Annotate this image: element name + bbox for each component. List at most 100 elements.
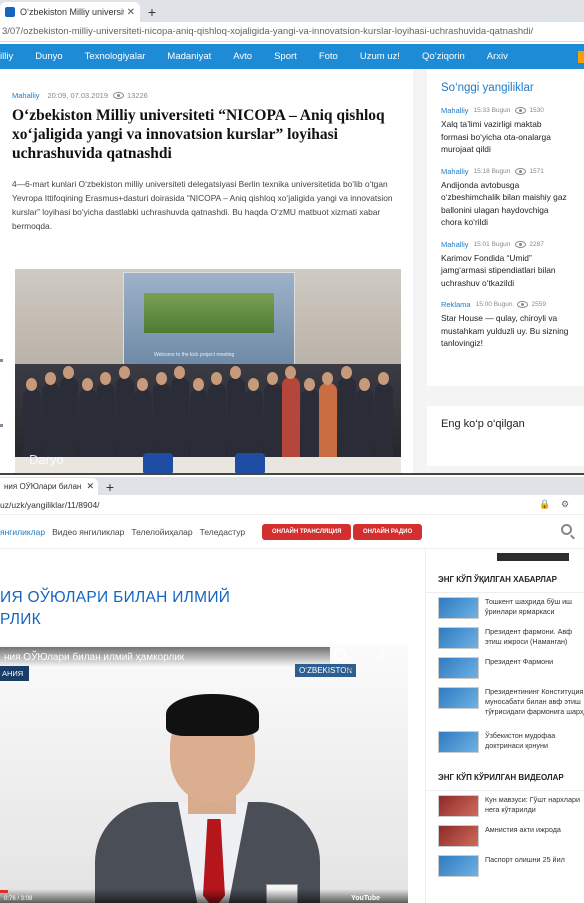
nav-item-mahalliy[interactable]: illiy — [0, 51, 13, 62]
news-item[interactable]: Mahalliy 15:01 Bugun 2287 Karimov Fondida … — [441, 240, 570, 290]
nav-item-tv-schedule[interactable]: Теледастур — [200, 527, 245, 537]
video-player[interactable]: ния ОЎЮлари билан илмий ҳамкорлик АНИЯ ↗… — [0, 644, 408, 903]
news-views: 2559 — [531, 301, 546, 308]
article-category[interactable]: Mahalliy — [12, 91, 40, 100]
video-progress[interactable] — [0, 890, 8, 893]
news-thumbnail[interactable] — [438, 657, 479, 679]
list-item[interactable]: Тошкент шаҳрида бўш иш ўринлари ярмаркас… — [426, 593, 584, 623]
list-item[interactable]: Кун мавзуси: Гўшт нархлари нега кўтарилд… — [426, 791, 584, 821]
page-content: ИЯ ОЎЮЛАРИ БИЛАН ИЛМИЙ РЛИК ния ОЎЮлари … — [0, 549, 584, 903]
nav-item-uzum[interactable]: Uzum uz! — [360, 51, 400, 62]
nav-item-foto[interactable]: Foto — [319, 51, 338, 62]
nav-item-sport[interactable]: Sport — [274, 51, 297, 62]
nav-item-news[interactable]: янгиликлар — [0, 527, 45, 537]
list-item[interactable]: Президент фармони. Авф этиш ижроси (Нама… — [426, 623, 584, 653]
video-title[interactable]: ния ОЎЮлари билан илмий ҳамкорлик — [0, 647, 330, 667]
watch-later-icon[interactable] — [334, 648, 346, 660]
list-item[interactable]: Ўзбекистон мудофаа доктринаси қонуни — [426, 727, 584, 757]
news-views: 1571 — [529, 167, 544, 175]
views-eye-icon — [515, 107, 527, 114]
photo-projector-screen: Welcome to the kick project meeting — [123, 272, 295, 367]
extension-icon[interactable]: ⚙ — [561, 499, 569, 510]
new-tab-icon[interactable]: + — [140, 2, 164, 22]
nav-item-tv-projects[interactable]: Телелойиҳалар — [131, 527, 192, 537]
nav-item-dunyo[interactable]: Dunyo — [35, 51, 62, 62]
list-item-text[interactable]: Президент Фармони — [485, 657, 553, 667]
photo-person — [152, 383, 171, 459]
live-stream-button[interactable]: ОНЛАЙН ТРАНСЛЯЦИЯ — [262, 524, 352, 540]
views-eye-icon — [113, 92, 124, 99]
tab-title: ния ОЎЮлари билан илм — [4, 482, 83, 491]
list-item-text[interactable]: Амнистия акти ижрода — [485, 825, 561, 835]
nav-item-texnologiyalar[interactable]: Texnologiyalar — [85, 51, 146, 62]
video-thumbnail[interactable] — [438, 855, 479, 877]
news-category[interactable]: Mahalliy — [441, 167, 469, 176]
edge-marker — [0, 359, 3, 362]
list-item[interactable]: Президентининг Конституция муносабати би… — [426, 683, 584, 727]
news-thumbnail[interactable] — [438, 627, 479, 649]
article-meta: Mahalliy 20:09, 07.03.2019 13226 — [12, 91, 413, 100]
nav-item-madaniyat[interactable]: Madaniyat — [167, 51, 211, 62]
search-icon[interactable] — [561, 524, 572, 535]
article-photo[interactable]: Welcome to the kick project meeting Dary… — [15, 269, 401, 473]
list-item-text[interactable]: Ўзбекистон мудофаа доктринаси қонуни — [485, 731, 584, 751]
most-read-title: Eng ko‘p o‘qilgan — [441, 418, 525, 430]
list-item-text[interactable]: Паспорт олишни 25 йил — [485, 855, 565, 865]
share-icon[interactable]: ↗ — [377, 647, 387, 661]
photo-person — [23, 389, 41, 459]
list-item-text[interactable]: Президент фармони. Авф этиш ижроси (Нама… — [485, 627, 584, 647]
video-time: 0:76 / 3:08 — [4, 896, 33, 902]
photo-person — [189, 389, 208, 459]
news-item[interactable]: Mahalliy 15:18 Bugun 1571 Andijonda avtobu… — [441, 167, 570, 229]
photo-person-head — [248, 378, 259, 391]
online-radio-button[interactable]: ОНЛАЙН РАДИО — [353, 524, 423, 540]
youtube-logo[interactable]: YouTube — [351, 895, 380, 902]
news-category[interactable]: Mahalliy — [441, 240, 469, 249]
news-item[interactable]: Reklama 15:00 Bugun 2559 Star House — qula… — [441, 300, 570, 350]
video-lower-label: АНИЯ — [0, 666, 30, 681]
new-tab-icon[interactable]: + — [98, 478, 122, 495]
nav-item-avto[interactable]: Avto — [233, 51, 252, 62]
close-tab-icon[interactable]: ✕ — [86, 481, 94, 492]
photo-person-head — [137, 378, 148, 391]
news-thumbnail[interactable] — [438, 687, 479, 709]
list-item[interactable]: Амнистия акти ижрода — [426, 821, 584, 851]
nav-item-video-news[interactable]: Видео янгиликлар — [52, 527, 124, 537]
news-time: 15:18 Bugun — [473, 167, 511, 175]
article-date: 20:09, 07.03.2019 — [47, 91, 108, 100]
video-thumbnail[interactable] — [438, 795, 479, 817]
news-thumbnail[interactable] — [438, 731, 479, 753]
news-category[interactable]: Mahalliy — [441, 106, 469, 115]
news-title[interactable]: Karimov Fondida “Umid” jamg‘armasi stipe… — [441, 252, 570, 290]
news-category[interactable]: Reklama — [441, 300, 471, 309]
photo-person-head — [211, 372, 222, 385]
list-item-text[interactable]: Президентининг Конституция муносабати би… — [485, 687, 584, 717]
list-item[interactable]: Паспорт олишни 25 йил — [426, 851, 584, 881]
list-item-text[interactable]: Кун мавзуси: Гўшт нархлари нега кўтарилд… — [485, 795, 584, 815]
nav-item-qoziqorin[interactable]: Qo‘ziqorin — [422, 51, 465, 62]
news-title[interactable]: Xalq ta’limi vazirligi maktab formasi bo… — [441, 118, 570, 156]
photo-person — [226, 377, 245, 459]
video-thumbnail[interactable] — [438, 825, 479, 847]
news-views: 2287 — [529, 240, 544, 248]
photo-person — [134, 389, 152, 459]
close-tab-icon[interactable]: ✕ — [127, 7, 135, 18]
site-favicon-icon — [5, 7, 15, 17]
browser-tab[interactable]: ния ОЎЮлари билан илм ✕ — [0, 478, 98, 495]
photo-person — [208, 383, 226, 459]
list-item[interactable]: Президент Фармони — [426, 653, 584, 683]
news-views: 1530 — [529, 107, 544, 114]
news-thumbnail[interactable] — [438, 597, 479, 619]
list-item-text[interactable]: Тошкент шаҳрида бўш иш ўринлари ярмаркас… — [485, 597, 584, 617]
news-item[interactable]: Mahalliy 15:33 Bugun 1530 Xalq ta’limi vaz… — [441, 106, 570, 156]
news-title[interactable]: Andijonda avtobusga o‘zbeshimchalik bila… — [441, 179, 570, 229]
browser-tab[interactable]: O‘zbekiston Milliy universiteti “NIC ✕ — [0, 2, 140, 22]
nav-item-arxiv[interactable]: Arxiv — [487, 51, 508, 62]
lock-icon[interactable]: 🔒 — [539, 499, 550, 510]
news-title[interactable]: Star House — qulay, chiroyli va mustahka… — [441, 312, 570, 350]
address-bar[interactable]: uz/uzk/yangiliklar/11/8904/ 🔒 ⚙ — [0, 495, 584, 515]
page-title-line1: ИЯ ОЎЮЛАРИ БИЛАН ИЛМИЙ — [0, 589, 231, 606]
photo-person-head — [118, 366, 130, 379]
address-bar[interactable]: 3/07/ozbekiston-milliy-universiteti-nico… — [0, 22, 584, 42]
url-text: 3/07/ozbekiston-milliy-universiteti-nico… — [2, 26, 534, 37]
